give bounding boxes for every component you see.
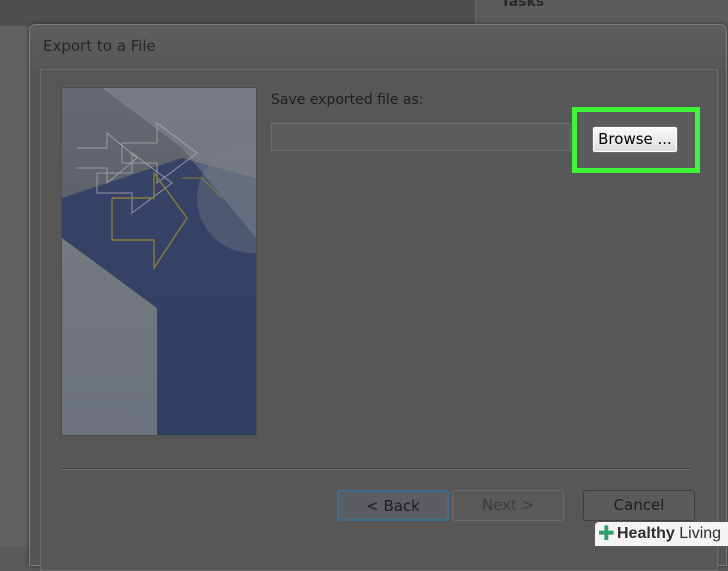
file-path-input[interactable] (271, 123, 571, 151)
wizard-arrows-graphic (62, 88, 256, 435)
tasks-panel-title: Tasks (501, 0, 545, 10)
dialog-titlebar: Export to a File (30, 25, 726, 69)
export-dialog: Export to a File Save exported file as: … (29, 24, 727, 571)
browse-button[interactable]: Browse ... (592, 126, 678, 153)
wizard-side-image (61, 87, 257, 436)
plus-icon: ✚ (598, 521, 615, 545)
button-divider (61, 468, 693, 470)
background-app-left (0, 0, 30, 546)
save-file-label: Save exported file as: (271, 92, 424, 108)
cancel-button[interactable]: Cancel (583, 490, 695, 521)
back-button[interactable]: < Back (337, 490, 449, 521)
dialog-title: Export to a File (43, 37, 156, 55)
watermark-text: Healthy Living (617, 525, 722, 542)
background-tasks-panel: Tasks (475, 0, 728, 26)
next-button[interactable]: Next > (452, 490, 564, 521)
healthy-living-watermark: ✚ Healthy Living (595, 522, 728, 546)
dialog-body: Save exported file as: Browse ... < Back… (40, 69, 718, 571)
